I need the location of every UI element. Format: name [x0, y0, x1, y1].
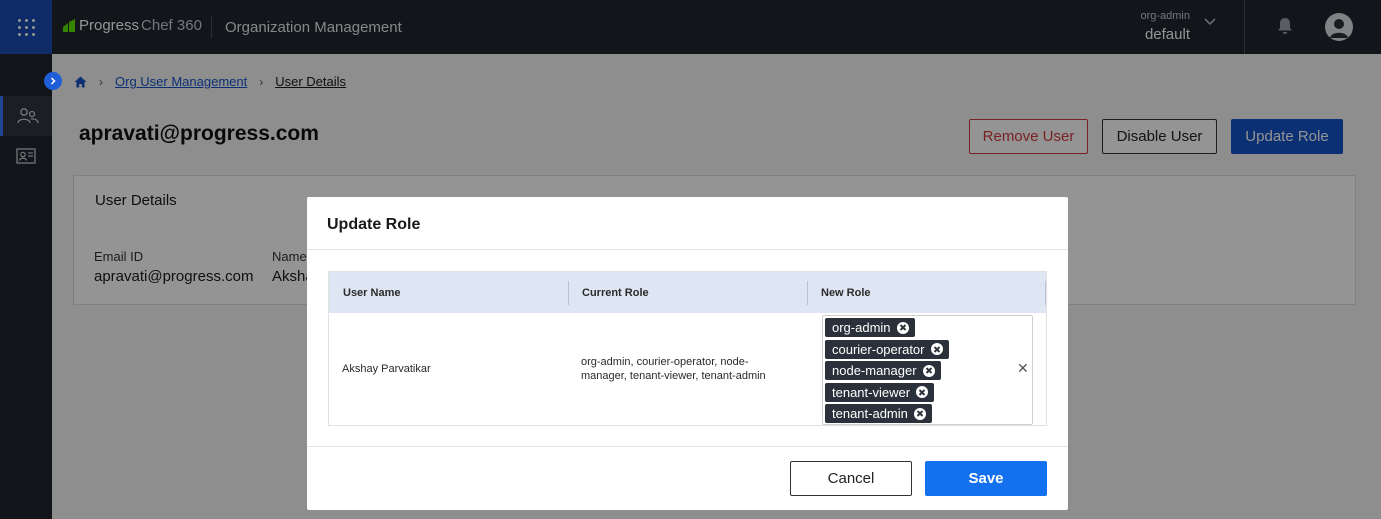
cancel-button[interactable]: Cancel: [790, 461, 912, 496]
column-header-new-role: New Role: [821, 286, 871, 299]
chip-label: org-admin: [832, 320, 891, 335]
column-separator: [1045, 281, 1046, 305]
divider: [307, 249, 1068, 250]
save-button[interactable]: Save: [925, 461, 1047, 496]
table-header: User Name Current Role New Role: [329, 272, 1046, 313]
cell-current-role-line2: manager, tenant-viewer, tenant-admin: [581, 370, 766, 382]
close-icon[interactable]: [922, 364, 935, 377]
chip-label: node-manager: [832, 363, 917, 378]
role-chip-courier-operator[interactable]: courier-operator: [825, 339, 949, 359]
column-header-user-name: User Name: [343, 286, 401, 299]
chevron-right-icon: [50, 77, 56, 85]
update-role-dialog: Update Role User Name Current Role New R…: [307, 197, 1068, 510]
role-chip-tenant-viewer[interactable]: tenant-viewer: [825, 382, 935, 402]
close-icon[interactable]: [916, 386, 929, 398]
dialog-title: Update Role: [327, 216, 421, 233]
new-role-multiselect[interactable]: org-admin courier-operator node-manager …: [822, 315, 1033, 425]
clear-roles-icon[interactable]: ✕: [1017, 360, 1029, 377]
close-icon[interactable]: [913, 407, 926, 420]
cell-current-role-line1: org-admin, courier-operator, node-: [581, 356, 749, 368]
role-chip-node-manager[interactable]: node-manager: [825, 361, 941, 380]
sidebar-toggle-button[interactable]: [44, 72, 62, 90]
role-chip-tenant-admin[interactable]: tenant-admin: [825, 404, 932, 423]
chip-label: tenant-admin: [832, 406, 908, 421]
chip-label: courier-operator: [832, 341, 925, 357]
close-icon[interactable]: [896, 321, 909, 334]
column-header-current-role: Current Role: [582, 286, 649, 299]
chip-label: tenant-viewer: [832, 384, 911, 400]
divider: [307, 446, 1068, 447]
role-chip-org-admin[interactable]: org-admin: [825, 318, 915, 337]
close-icon[interactable]: [930, 343, 943, 355]
cell-user-name: Akshay Parvatikar: [342, 363, 431, 375]
roles-table: User Name Current Role New Role Akshay P…: [328, 271, 1047, 426]
